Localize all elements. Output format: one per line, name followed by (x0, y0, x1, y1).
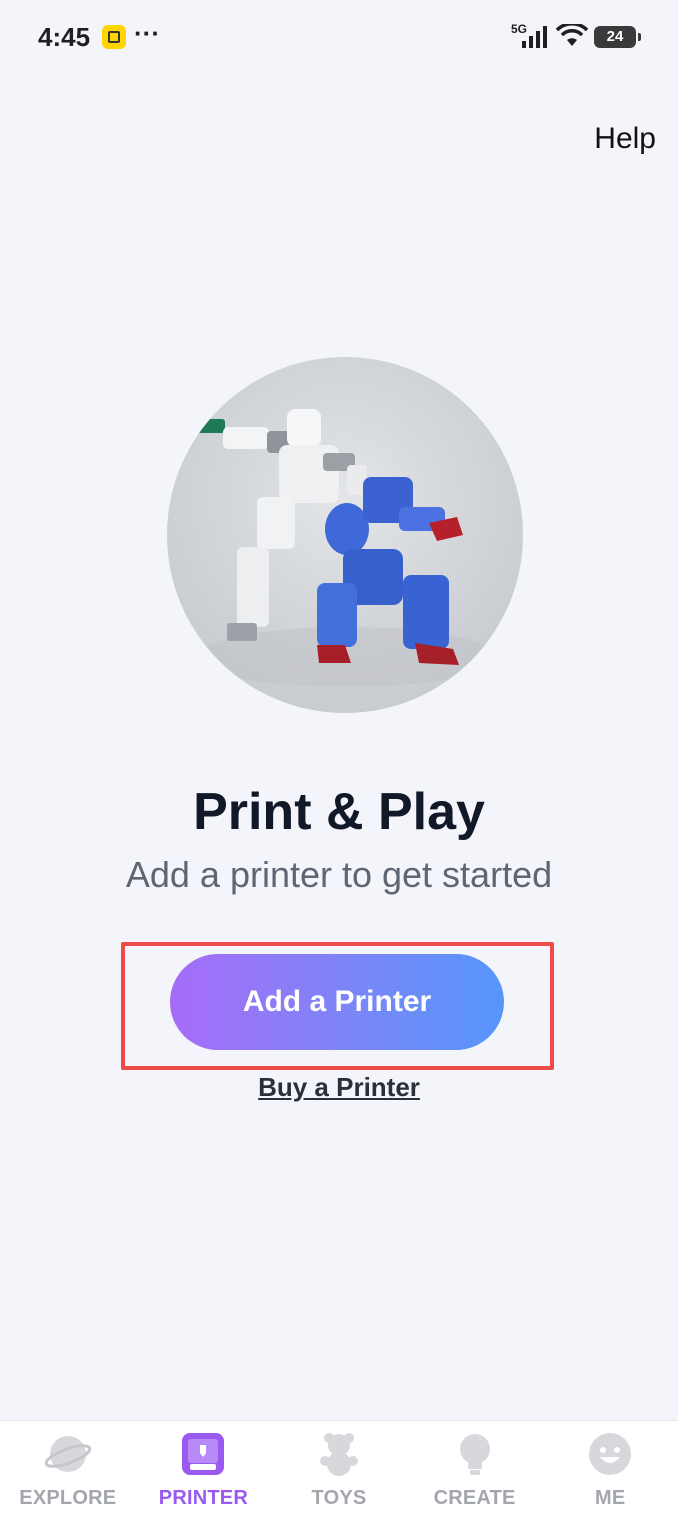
page-subtitle: Add a printer to get started (125, 854, 553, 895)
notification-app-icon (102, 25, 126, 49)
printer-icon (180, 1431, 226, 1477)
nav-item-me[interactable]: ME (542, 1421, 678, 1520)
nav-item-explore[interactable]: EXPLORE (0, 1421, 136, 1520)
battery-level: 24 (606, 28, 624, 45)
more-notifications-icon: ··· (134, 18, 160, 48)
status-time: 4:45 (38, 22, 91, 52)
page-title: Print & Play (193, 783, 485, 841)
nav-label-create: CREATE (433, 1487, 516, 1509)
nav-label-explore: EXPLORE (19, 1487, 117, 1509)
bottom-nav: EXPLORE PRINTER TOYS CREATE ME (0, 1420, 678, 1520)
smiley-face-icon (587, 1431, 633, 1477)
help-link[interactable]: Help (594, 122, 656, 156)
status-bar: 4:45 ··· 5G 24 (0, 0, 678, 76)
nav-item-toys[interactable]: TOYS (271, 1421, 407, 1520)
wifi-icon (555, 22, 589, 53)
battery-icon: 24 (594, 26, 641, 48)
robot-figures-image (167, 357, 523, 713)
nav-item-printer[interactable]: PRINTER (136, 1421, 272, 1520)
add-printer-button[interactable]: Add a Printer (170, 954, 504, 1050)
lightbulb-icon (452, 1431, 498, 1477)
nav-label-toys: TOYS (311, 1487, 367, 1509)
nav-label-me: ME (594, 1487, 626, 1509)
buy-printer-link[interactable]: Buy a Printer (0, 1072, 678, 1103)
nav-label-printer: PRINTER (158, 1487, 248, 1509)
teddy-bear-icon (316, 1431, 362, 1477)
signal-icon (522, 26, 550, 53)
nav-item-create[interactable]: CREATE (407, 1421, 543, 1520)
planet-icon (44, 1431, 91, 1477)
